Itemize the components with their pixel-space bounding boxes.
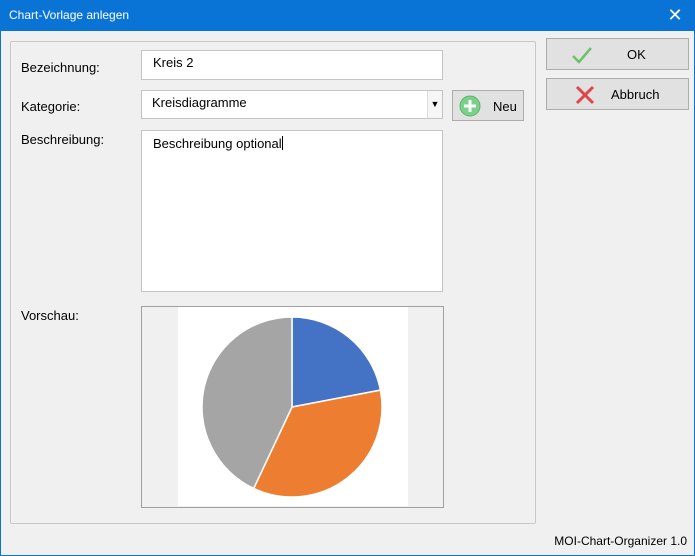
cancel-button[interactable]: Abbruch: [546, 78, 689, 110]
window-title: Chart-Vorlage anlegen: [9, 8, 130, 22]
name-input[interactable]: Kreis 2: [141, 50, 443, 80]
description-value: Beschreibung optional: [153, 136, 282, 151]
preview-label: Vorschau:: [21, 308, 79, 323]
description-label: Beschreibung:: [21, 132, 105, 147]
category-select-value: Kreisdiagramme: [152, 95, 247, 110]
add-icon: [459, 95, 481, 117]
form-group: Bezeichnung: Kreis 2 Kategorie: Kreisdia…: [10, 41, 536, 524]
text-cursor: [281, 136, 283, 150]
cancel-button-label: Abbruch: [611, 87, 660, 102]
name-input-value: Kreis 2: [153, 55, 194, 70]
ok-button[interactable]: OK: [546, 38, 689, 70]
description-textarea[interactable]: Beschreibung optional: [141, 130, 443, 292]
category-label: Kategorie:: [21, 99, 81, 114]
ok-button-label: OK: [627, 47, 646, 62]
name-label: Bezeichnung:: [21, 60, 100, 75]
preview-canvas: [178, 307, 408, 506]
new-button-label: Neu: [493, 99, 517, 114]
new-category-button[interactable]: Neu: [452, 90, 524, 121]
preview-box: [141, 306, 444, 508]
close-button[interactable]: ✕: [655, 0, 695, 31]
cancel-x-icon: [575, 85, 595, 105]
category-select[interactable]: Kreisdiagramme ▼: [141, 90, 443, 119]
dropdown-arrow-icon[interactable]: ▼: [427, 91, 442, 118]
status-text: MOI-Chart-Organizer 1.0: [554, 534, 687, 548]
close-icon: ✕: [667, 5, 683, 25]
checkmark-icon: [572, 47, 592, 64]
pie-chart: [201, 316, 383, 498]
title-bar: Chart-Vorlage anlegen ✕: [0, 0, 695, 31]
dialog-body: Bezeichnung: Kreis 2 Kategorie: Kreisdia…: [0, 31, 695, 556]
